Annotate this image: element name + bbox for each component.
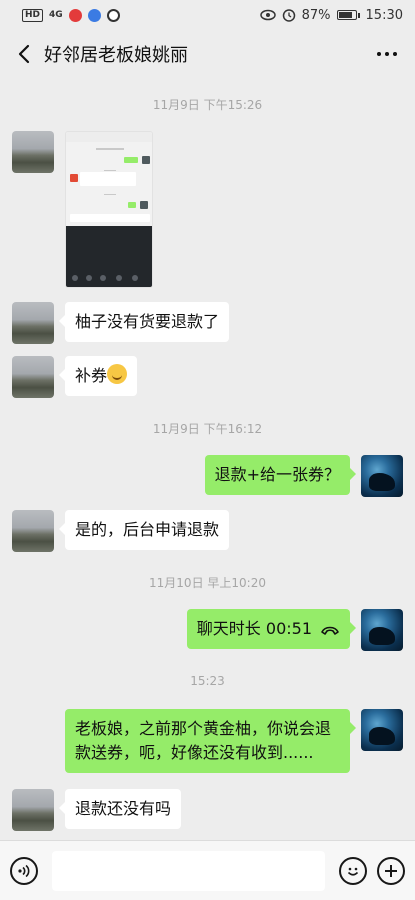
message-bubble[interactable]: 退款还没有吗 xyxy=(58,789,182,829)
status-right: 87% 15:30 xyxy=(259,7,403,23)
avatar[interactable] xyxy=(12,131,54,173)
voice-icon[interactable] xyxy=(10,856,38,885)
avatar[interactable] xyxy=(12,789,54,831)
app-notification-icon xyxy=(87,8,101,22)
battery-icon xyxy=(336,10,360,20)
status-left: HD 4G xyxy=(22,8,120,22)
plus-icon[interactable] xyxy=(377,856,405,885)
screenshot-image-message[interactable] xyxy=(65,131,153,288)
phone-icon xyxy=(321,626,339,635)
chat-header: 好邻居老板娘姚丽 xyxy=(0,30,415,78)
message-bubble[interactable]: 柚子没有货要退款了 xyxy=(58,302,230,342)
timestamp: 15:23 xyxy=(190,674,225,688)
my-avatar[interactable] xyxy=(361,609,403,651)
message-bubble[interactable]: 退款+给一张券？ xyxy=(204,455,357,495)
browser-notification-icon xyxy=(106,8,120,22)
weibo-notification-icon xyxy=(68,8,82,22)
my-avatar[interactable] xyxy=(361,709,403,751)
status-bar: HD 4G 87% 15:30 xyxy=(0,0,415,30)
grin-emoji-icon xyxy=(107,364,128,384)
battery-percent: 87% xyxy=(301,7,331,23)
more-icon[interactable] xyxy=(369,40,405,68)
clock: 15:30 xyxy=(365,7,403,23)
network-indicator: 4G xyxy=(49,9,63,20)
emoji-icon[interactable] xyxy=(339,856,367,885)
alarm-icon xyxy=(282,9,295,22)
call-record-bubble[interactable]: 聊天时长 00:51 xyxy=(186,609,357,649)
avatar[interactable] xyxy=(12,356,54,398)
avatar[interactable] xyxy=(12,510,54,552)
my-avatar[interactable] xyxy=(361,455,403,497)
hd-indicator: HD xyxy=(22,8,44,22)
message-input[interactable] xyxy=(52,850,325,891)
timestamp: 11月9日 下午15:26 xyxy=(152,98,263,112)
timestamp: 11月10日 早上10:20 xyxy=(149,576,266,590)
call-duration-text: 聊天时长 00:51 xyxy=(196,619,312,638)
eye-icon xyxy=(259,9,276,21)
chat-title: 好邻居老板娘姚丽 xyxy=(44,45,188,66)
message-text: 补券 xyxy=(75,366,108,385)
back-icon[interactable] xyxy=(10,40,38,68)
message-bubble[interactable]: 是的，后台申请退款 xyxy=(58,510,230,550)
message-bubble[interactable]: 老板娘，之前那个黄金柚，你说会退款送券，呃，好像还没有收到...... xyxy=(65,709,356,773)
avatar[interactable] xyxy=(12,302,54,344)
input-bar xyxy=(0,840,415,900)
message-bubble[interactable]: 补券 xyxy=(58,356,138,396)
timestamp: 11月9日 下午16:12 xyxy=(152,422,263,436)
message-list[interactable]: 11月9日 下午15:26 柚子没有货要退款了 补券 11月9日 下午16:12… xyxy=(0,78,415,840)
